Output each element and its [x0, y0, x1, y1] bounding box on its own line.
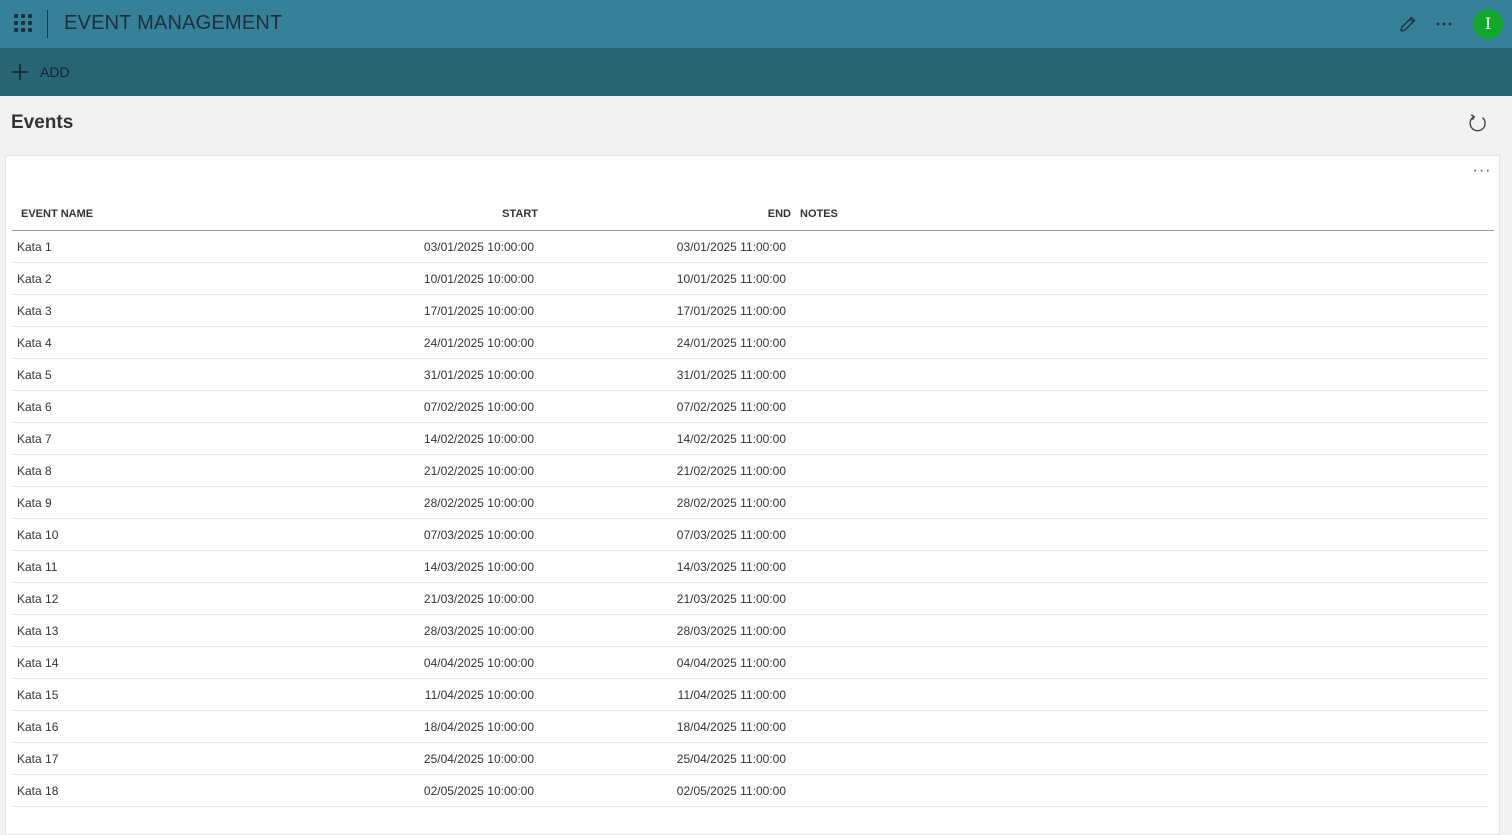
cell-start: 14/02/2025 10:00:00	[423, 432, 534, 446]
cell-end: 21/02/2025 11:00:00	[676, 464, 786, 478]
column-header-end[interactable]: END	[768, 208, 791, 220]
cell-event-name: Kata 1	[17, 240, 52, 254]
cell-start: 03/01/2025 10:00:00	[423, 240, 534, 254]
table-row[interactable]: Kata 3 17/01/2025 10:00:00 17/01/2025 11:0…	[12, 295, 1488, 327]
cell-start: 25/04/2025 10:00:00	[423, 752, 534, 766]
command-bar: ADD	[0, 48, 1512, 96]
plus-icon	[12, 64, 28, 80]
cell-event-name: Kata 15	[17, 688, 59, 702]
grid-body: Kata 1 03/01/2025 10:00:00 03/01/2025 11:0…	[12, 231, 1494, 807]
cell-start: 18/04/2025 10:00:00	[423, 720, 534, 734]
column-header-start[interactable]: START	[502, 208, 538, 220]
cell-event-name: Kata 9	[17, 496, 52, 510]
table-row[interactable]: Kata 4 24/01/2025 10:00:00 24/01/2025 11:0…	[12, 327, 1488, 359]
table-row[interactable]: Kata 12 21/03/2025 10:00:00 21/03/2025 11:…	[12, 583, 1488, 615]
cell-end: 04/04/2025 11:00:00	[676, 656, 786, 670]
cell-end: 28/02/2025 11:00:00	[676, 496, 786, 510]
table-row[interactable]: Kata 1 03/01/2025 10:00:00 03/01/2025 11:0…	[12, 231, 1488, 263]
cell-event-name: Kata 2	[17, 272, 52, 286]
top-bar: EVENT MANAGEMENT I	[0, 0, 1512, 48]
cell-start: 14/03/2025 10:00:00	[423, 560, 534, 574]
cell-start: 07/02/2025 10:00:00	[423, 400, 534, 414]
cell-end: 14/03/2025 11:00:00	[676, 560, 786, 574]
cell-end: 11/04/2025 11:00:00	[677, 688, 786, 702]
cell-event-name: Kata 6	[17, 400, 52, 414]
cell-end: 07/03/2025 11:00:00	[676, 528, 786, 542]
cell-end: 17/01/2025 11:00:00	[676, 304, 786, 318]
cell-start: 21/03/2025 10:00:00	[423, 592, 534, 606]
table-row[interactable]: Kata 6 07/02/2025 10:00:00 07/02/2025 11:0…	[12, 391, 1488, 423]
cell-start: 24/01/2025 10:00:00	[423, 336, 534, 350]
app-title: EVENT MANAGEMENT	[64, 12, 283, 34]
events-grid: EVENT NAME START END NOTES Kata 1 03/01/2…	[12, 200, 1494, 807]
cell-event-name: Kata 8	[17, 464, 52, 478]
table-row[interactable]: Kata 16 18/04/2025 10:00:00 18/04/2025 11:…	[12, 711, 1488, 743]
cell-event-name: Kata 11	[17, 560, 58, 574]
cell-start: 17/01/2025 10:00:00	[423, 304, 534, 318]
table-row[interactable]: Kata 5 31/01/2025 10:00:00 31/01/2025 11:0…	[12, 359, 1488, 391]
cell-end: 31/01/2025 11:00:00	[676, 368, 786, 382]
cell-end: 21/03/2025 11:00:00	[676, 592, 786, 606]
cell-event-name: Kata 14	[17, 656, 59, 670]
cell-end: 28/03/2025 11:00:00	[676, 624, 786, 638]
title-divider	[47, 10, 48, 38]
table-row[interactable]: Kata 17 25/04/2025 10:00:00 25/04/2025 11:…	[12, 743, 1488, 775]
table-row[interactable]: Kata 15 11/04/2025 10:00:00 11/04/2025 11:…	[12, 679, 1488, 711]
cell-event-name: Kata 12	[17, 592, 59, 606]
add-button[interactable]: ADD	[10, 60, 70, 84]
cell-event-name: Kata 7	[17, 432, 52, 446]
cell-start: 28/03/2025 10:00:00	[423, 624, 534, 638]
table-row[interactable]: Kata 7 14/02/2025 10:00:00 14/02/2025 11:0…	[12, 423, 1488, 455]
table-row[interactable]: Kata 10 07/03/2025 10:00:00 07/03/2025 11:…	[12, 519, 1488, 551]
cell-start: 31/01/2025 10:00:00	[423, 368, 534, 382]
cell-start: 04/04/2025 10:00:00	[423, 656, 534, 670]
waffle-icon[interactable]	[14, 14, 32, 32]
events-grid-card: ··· EVENT NAME START END NOTES Kata 1 03/…	[5, 155, 1500, 835]
cell-end: 10/01/2025 11:00:00	[676, 272, 786, 286]
cell-end: 02/05/2025 11:00:00	[676, 784, 786, 798]
table-row[interactable]: Kata 2 10/01/2025 10:00:00 10/01/2025 11:0…	[12, 263, 1488, 295]
refresh-icon[interactable]	[1467, 113, 1488, 134]
grid-header-row: EVENT NAME START END NOTES	[12, 200, 1494, 231]
ellipsis-icon[interactable]	[1434, 14, 1454, 34]
table-row[interactable]: Kata 13 28/03/2025 10:00:00 28/03/2025 11:…	[12, 615, 1488, 647]
cell-event-name: Kata 4	[17, 336, 52, 350]
table-row[interactable]: Kata 14 04/04/2025 10:00:00 04/04/2025 11:…	[12, 647, 1488, 679]
column-header-event-name[interactable]: EVENT NAME	[21, 208, 93, 220]
cell-end: 25/04/2025 11:00:00	[676, 752, 786, 766]
add-button-label: ADD	[40, 64, 70, 80]
cell-start: 28/02/2025 10:00:00	[423, 496, 534, 510]
cell-start: 07/03/2025 10:00:00	[423, 528, 534, 542]
cell-end: 03/01/2025 11:00:00	[676, 240, 786, 254]
grid-more-options-icon[interactable]: ···	[1472, 163, 1492, 182]
cell-event-name: Kata 3	[17, 304, 52, 318]
table-row[interactable]: Kata 9 28/02/2025 10:00:00 28/02/2025 11:0…	[12, 487, 1488, 519]
cell-start: 10/01/2025 10:00:00	[423, 272, 534, 286]
cell-start: 11/04/2025 10:00:00	[424, 688, 534, 702]
cell-end: 18/04/2025 11:00:00	[676, 720, 786, 734]
cell-start: 21/02/2025 10:00:00	[423, 464, 534, 478]
table-row[interactable]: Kata 18 02/05/2025 10:00:00 02/05/2025 11:…	[12, 775, 1488, 807]
user-avatar[interactable]: I	[1473, 9, 1503, 39]
table-row[interactable]: Kata 11 14/03/2025 10:00:00 14/03/2025 11:…	[12, 551, 1488, 583]
cell-event-name: Kata 10	[17, 528, 59, 542]
cell-event-name: Kata 13	[17, 624, 59, 638]
cell-end: 14/02/2025 11:00:00	[676, 432, 786, 446]
page-title: Events	[11, 112, 74, 133]
cell-start: 02/05/2025 10:00:00	[423, 784, 534, 798]
cell-event-name: Kata 16	[17, 720, 59, 734]
cell-event-name: Kata 18	[17, 784, 59, 798]
table-row[interactable]: Kata 8 21/02/2025 10:00:00 21/02/2025 11:0…	[12, 455, 1488, 487]
pencil-icon[interactable]	[1398, 14, 1418, 34]
cell-end: 24/01/2025 11:00:00	[676, 336, 786, 350]
column-header-notes[interactable]: NOTES	[800, 208, 838, 220]
cell-event-name: Kata 5	[17, 368, 52, 382]
cell-end: 07/02/2025 11:00:00	[676, 400, 786, 414]
cell-event-name: Kata 17	[17, 752, 59, 766]
